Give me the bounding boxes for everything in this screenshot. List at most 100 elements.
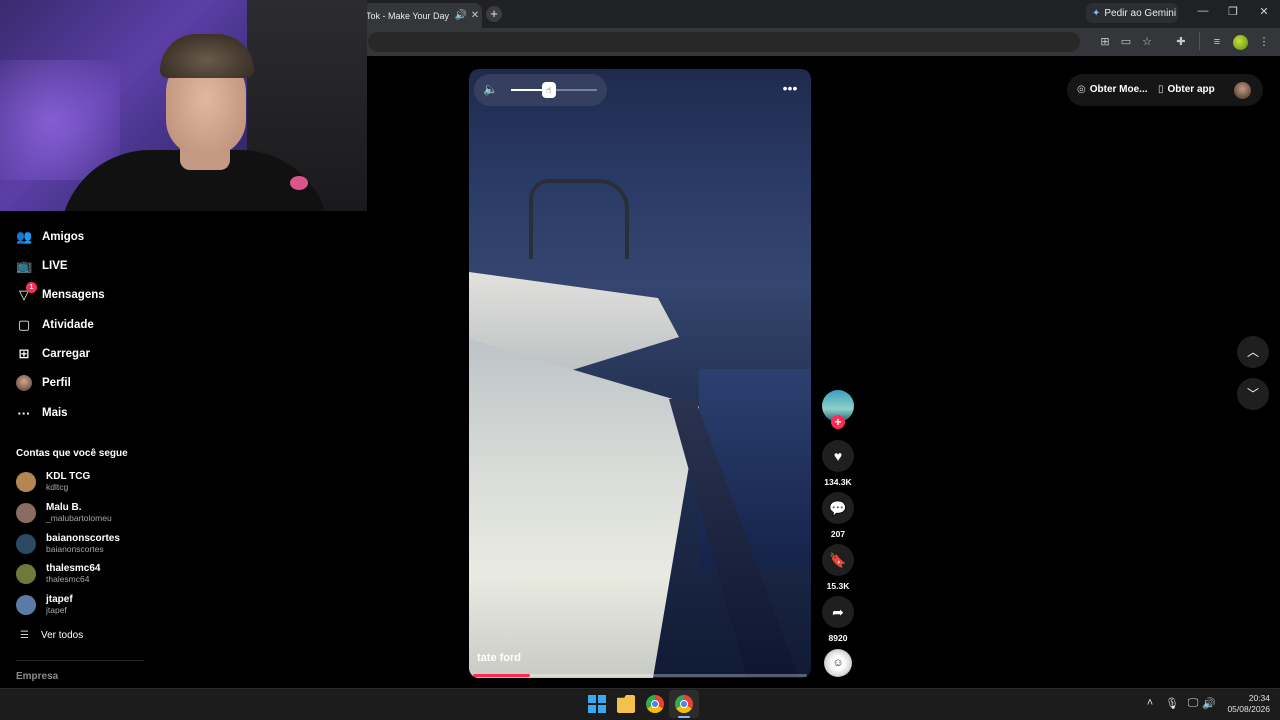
activity-icon: ▢ bbox=[17, 317, 31, 332]
sidebar-item-mensagens[interactable]: ▽ 1 Mensagens bbox=[16, 282, 105, 305]
extensions-icon[interactable]: ✚ bbox=[1174, 35, 1188, 49]
gemini-sparkle-icon: ✦ bbox=[1092, 7, 1101, 19]
live-tv-icon: 📺 bbox=[16, 258, 33, 273]
user-avatar[interactable] bbox=[1234, 82, 1251, 99]
system-clock[interactable]: 20:34 05/08/2026 bbox=[1222, 693, 1270, 715]
save-button[interactable]: 🔖 bbox=[822, 544, 854, 576]
chrome-icon[interactable] bbox=[646, 695, 664, 713]
tab-close-icon[interactable]: ✕ bbox=[468, 10, 482, 21]
sidebar-item-label: Amigos bbox=[42, 231, 85, 243]
avatar bbox=[16, 594, 36, 615]
tab-title: Tok - Make Your Day bbox=[366, 10, 450, 21]
phone-icon: ▯ bbox=[1158, 84, 1164, 95]
cast-icon[interactable]: ▭ bbox=[1119, 35, 1133, 49]
video-author[interactable]: tate ford bbox=[477, 652, 521, 664]
list-item[interactable]: baianonscortes baianonscortes bbox=[16, 533, 120, 554]
sidebar-item-label: Mais bbox=[42, 407, 68, 419]
send-icon: ▽ 1 bbox=[16, 282, 37, 303]
account-handle: _malubartolomeu bbox=[46, 513, 112, 523]
account-name: baianonscortes bbox=[46, 533, 120, 544]
previous-video-button[interactable]: ︿ bbox=[1237, 336, 1269, 368]
more-options-icon[interactable]: ••• bbox=[780, 80, 800, 96]
restore-button[interactable]: ❐ bbox=[1218, 5, 1248, 18]
sidebar-item-perfil[interactable]: Perfil bbox=[16, 373, 71, 393]
clock-date: 05/08/2026 bbox=[1227, 704, 1270, 714]
browser-tab[interactable]: Tok - Make Your Day 🔊 ✕ bbox=[360, 3, 482, 28]
video-progress-fill bbox=[473, 674, 530, 677]
chevron-down-icon: ﹀ bbox=[1246, 387, 1259, 401]
share-count: 8920 bbox=[828, 633, 848, 643]
speaker-icon[interactable]: 🔊 bbox=[1201, 697, 1217, 710]
sidebar-item-label: Mensagens bbox=[42, 289, 105, 301]
follow-plus-icon[interactable]: + bbox=[831, 415, 845, 429]
get-app-label: Obter app bbox=[1167, 84, 1215, 95]
get-coins-button[interactable]: ◎ Obter Moe... bbox=[1077, 84, 1148, 95]
sidebar-item-mais[interactable]: ··· Mais bbox=[16, 403, 68, 423]
browser-menu-icon[interactable]: ⋮ bbox=[1257, 35, 1271, 49]
comment-count: 207 bbox=[830, 529, 846, 539]
minimize-button[interactable]: — bbox=[1188, 5, 1218, 17]
sidebar-item-live[interactable]: 📺 LIVE bbox=[16, 256, 68, 276]
window-close-button[interactable]: ✕ bbox=[1249, 5, 1279, 18]
profile-avatar-icon[interactable] bbox=[1233, 35, 1248, 50]
heart-icon: ♥ bbox=[833, 448, 843, 464]
microphone-icon[interactable]: 🎙 bbox=[1164, 697, 1180, 710]
account-handle: jtapef bbox=[46, 605, 67, 615]
avatar bbox=[16, 375, 32, 391]
gemini-button[interactable]: ✦ Pedir ao Gemini bbox=[1086, 3, 1178, 23]
chevron-up-icon: ︿ bbox=[1246, 345, 1259, 359]
sidebar-item-amigos[interactable]: 👥 Amigos bbox=[16, 227, 84, 247]
toolbar-divider bbox=[1199, 32, 1200, 50]
avatar bbox=[16, 533, 36, 554]
sidebar-item-label: Perfil bbox=[42, 377, 71, 389]
windows-taskbar bbox=[0, 688, 1280, 720]
volume-icon[interactable]: 🔈 bbox=[483, 82, 498, 96]
see-all-link[interactable]: ☰ Ver todos bbox=[20, 630, 83, 641]
sidebar-item-atividade[interactable]: ▢ Atividade bbox=[16, 315, 94, 335]
media-control-icon[interactable]: ≡ bbox=[1210, 35, 1224, 49]
speaker-icon[interactable]: 🔊 bbox=[454, 10, 468, 21]
tray-chevron-up-icon[interactable]: ˄ bbox=[1142, 697, 1158, 709]
next-video-button[interactable]: ﹀ bbox=[1237, 378, 1269, 410]
like-button[interactable]: ♥ bbox=[822, 440, 854, 472]
bookmark-star-icon[interactable]: ☆ bbox=[1140, 35, 1154, 49]
users-icon: 👥 bbox=[16, 229, 33, 244]
sidebar-item-carregar[interactable]: ⊞ Carregar bbox=[16, 344, 90, 364]
unread-badge: 1 bbox=[26, 282, 37, 293]
comment-icon: 💬 bbox=[829, 500, 847, 516]
video-player[interactable] bbox=[469, 69, 811, 678]
save-count: 15.3K bbox=[826, 581, 850, 591]
following-section-title: Contas que você segue bbox=[16, 448, 128, 459]
list-item[interactable]: jtapef jtapef bbox=[16, 594, 73, 615]
share-button[interactable]: ➦ bbox=[822, 596, 854, 628]
like-count: 134.3K bbox=[824, 477, 852, 487]
music-disc-icon[interactable]: ☺ bbox=[824, 649, 852, 677]
network-icon[interactable]: 🖵 bbox=[1185, 697, 1201, 710]
account-handle: kdltcg bbox=[46, 482, 69, 492]
account-handle: baianonscortes bbox=[46, 544, 104, 554]
sidebar-item-label: Carregar bbox=[42, 348, 90, 360]
share-arrow-icon: ➦ bbox=[832, 604, 844, 620]
file-explorer-icon[interactable] bbox=[617, 695, 635, 713]
account-handle: thalesmc64 bbox=[46, 574, 90, 584]
list-item[interactable]: thalesmc64 thalesmc64 bbox=[16, 563, 100, 584]
list-item[interactable]: KDL TCG kdltcg bbox=[16, 471, 90, 492]
see-all-label: Ver todos bbox=[40, 630, 84, 641]
volume-slider-handle[interactable]: ☝ bbox=[541, 82, 556, 98]
more-icon: ··· bbox=[17, 405, 31, 421]
sidebar-item-label: Atividade bbox=[42, 319, 94, 331]
active-indicator bbox=[678, 716, 690, 718]
gemini-label: Pedir ao Gemini bbox=[1104, 7, 1177, 19]
chrome-active-icon[interactable] bbox=[675, 695, 693, 713]
start-button[interactable] bbox=[588, 695, 606, 713]
sidebar: 👥 Amigos 📺 LIVE ▽ 1 Mensagens ▢ Atividade… bbox=[0, 211, 150, 688]
clock-time: 20:34 bbox=[1248, 693, 1270, 703]
translate-icon[interactable]: ⊞ bbox=[1098, 35, 1112, 49]
account-name: Malu B. bbox=[46, 502, 82, 513]
list-item[interactable]: Malu B. _malubartolomeu bbox=[16, 502, 112, 523]
address-bar[interactable] bbox=[368, 32, 1080, 52]
get-app-button[interactable]: ▯ Obter app bbox=[1158, 84, 1215, 95]
new-tab-button[interactable]: + bbox=[486, 6, 502, 22]
comment-button[interactable]: 💬 bbox=[822, 492, 854, 524]
company-link[interactable]: Empresa bbox=[16, 671, 58, 682]
